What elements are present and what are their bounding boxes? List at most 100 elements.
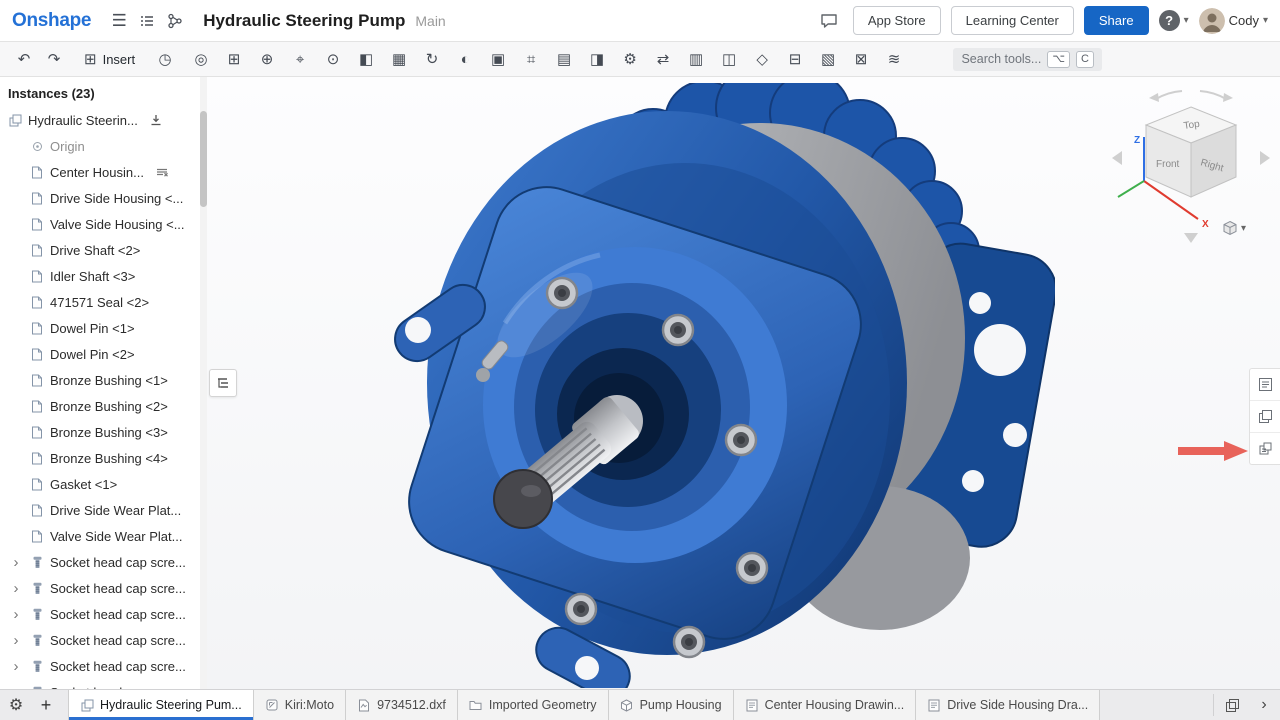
isolate-icon[interactable]: ⊟	[781, 46, 809, 72]
tab-drive-side-housing-dra[interactable]: Drive Side Housing Dra...	[916, 690, 1100, 720]
search-tools-input[interactable]: Search tools... ⌥ C	[953, 48, 1102, 71]
instance-row-4[interactable]: Valve Side Housing <...	[0, 211, 207, 237]
app-store-button[interactable]: App Store	[853, 6, 941, 35]
instance-row-14[interactable]: Gasket <1>	[0, 471, 207, 497]
instance-row-21[interactable]: ›Socket head cap scre...	[0, 653, 207, 679]
circular-pattern-icon[interactable]: ↻	[418, 46, 446, 72]
mirror-icon[interactable]: ◐	[451, 46, 479, 72]
instance-row-12[interactable]: Bronze Bushing <3>	[0, 419, 207, 445]
instance-row-11[interactable]: Bronze Bushing <2>	[0, 393, 207, 419]
named-positions-icon[interactable]: ▤	[550, 46, 578, 72]
instance-row-8[interactable]: Dowel Pin <1>	[0, 315, 207, 341]
instance-row-15[interactable]: Drive Side Wear Plat...	[0, 497, 207, 523]
viewcube-front-label[interactable]: Front	[1156, 159, 1180, 170]
versions-button[interactable]	[161, 7, 189, 35]
relation-icon[interactable]: ⊕	[253, 46, 281, 72]
instances-scrollbar[interactable]	[200, 77, 207, 690]
learning-center-button[interactable]: Learning Center	[951, 6, 1074, 35]
instance-label: Valve Side Wear Plat...	[50, 529, 182, 544]
instance-row-9[interactable]: Dowel Pin <2>	[0, 341, 207, 367]
mate-connector-icon[interactable]: ⊙	[319, 46, 347, 72]
snapshot-icon[interactable]: ⌗	[517, 46, 545, 72]
tab-center-housing-drawin[interactable]: Center Housing Drawin...	[734, 690, 917, 720]
group-icon[interactable]: ⊞	[220, 46, 248, 72]
document-title[interactable]: Hydraulic Steering Pump	[203, 11, 405, 31]
explode-icon[interactable]: ▣	[484, 46, 512, 72]
scroll-tabs-right-button[interactable]: ›	[1248, 690, 1280, 720]
display-states-icon[interactable]: ◨	[583, 46, 611, 72]
parts-list-panel-button[interactable]	[1250, 369, 1280, 401]
tab-imported-geometry[interactable]: Imported Geometry	[458, 690, 609, 720]
tab-pump-housing[interactable]: Pump Housing	[609, 690, 734, 720]
pan-left-arrow-icon[interactable]	[1112, 151, 1122, 165]
undo-button[interactable]: ↶	[10, 46, 38, 72]
pan-down-arrow-icon[interactable]	[1184, 233, 1198, 243]
scrollbar-thumb[interactable]	[200, 111, 207, 207]
tab-kiri-moto[interactable]: Kiri:Moto	[254, 690, 346, 720]
instance-row-5[interactable]: Drive Shaft <2>	[0, 237, 207, 263]
appearance-panel-button[interactable]	[1250, 401, 1280, 433]
instance-row-2[interactable]: Center Housin...	[0, 159, 207, 185]
instance-row-18[interactable]: ›Socket head cap scre...	[0, 575, 207, 601]
instances-panel-toggle[interactable]	[209, 369, 237, 397]
help-menu[interactable]: ? ▾	[1159, 10, 1189, 31]
onshape-logo[interactable]: Onshape	[12, 10, 91, 32]
render-studio-icon[interactable]: ⊠	[847, 46, 875, 72]
instance-row-20[interactable]: ›Socket head cap scre...	[0, 627, 207, 653]
main-menu-button[interactable]: ☰	[105, 7, 133, 35]
view-cube[interactable]: Top Front Right Z X	[1106, 85, 1276, 245]
hide-others-icon[interactable]: ◇	[748, 46, 776, 72]
instance-row-19[interactable]: ›Socket head cap scre...	[0, 601, 207, 627]
rotate-left-arrow-icon[interactable]	[1149, 93, 1159, 102]
mate-icon[interactable]: ◎	[187, 46, 215, 72]
section-view-icon[interactable]: ◫	[715, 46, 743, 72]
view-options-button[interactable]: ▾	[1222, 220, 1246, 236]
tab-hydraulic-steering-pum[interactable]: Hydraulic Steering Pum...	[68, 690, 254, 720]
instance-row-7[interactable]: 471571 Seal <2>	[0, 289, 207, 315]
export-icon[interactable]: ≋	[880, 46, 908, 72]
comments-button[interactable]	[815, 7, 843, 35]
user-menu[interactable]: Cody ▾	[1199, 8, 1268, 34]
instance-row-10[interactable]: Bronze Bushing <1>	[0, 367, 207, 393]
create-drawing-icon[interactable]: ▧	[814, 46, 842, 72]
viewcube-top-label[interactable]: Top	[1183, 119, 1201, 132]
configuration-panel-button[interactable]	[1250, 433, 1280, 464]
pan-right-arrow-icon[interactable]	[1260, 151, 1270, 165]
workspace-name[interactable]: Main	[415, 13, 445, 29]
redo-button[interactable]: ↷	[40, 46, 68, 72]
expand-chevron-icon[interactable]: ›	[8, 581, 24, 596]
snap-mode-icon[interactable]: ⌖	[286, 46, 314, 72]
add-tab-button[interactable]: +	[32, 690, 60, 720]
history-button[interactable]: ◷	[151, 46, 179, 72]
tab-9734512-dxf[interactable]: 9734512.dxf	[346, 690, 458, 720]
pump-3d-model[interactable]	[355, 83, 1055, 688]
linear-pattern-icon[interactable]: ▦	[385, 46, 413, 72]
instance-row-17[interactable]: ›Socket head cap scre...	[0, 549, 207, 575]
replicate-icon[interactable]: ◧	[352, 46, 380, 72]
instance-row-6[interactable]: Idler Shaft <3>	[0, 263, 207, 289]
rotate-right-arrow-icon[interactable]	[1223, 93, 1233, 102]
share-button[interactable]: Share	[1084, 6, 1149, 35]
instance-label: Valve Side Housing <...	[50, 217, 185, 232]
part-icon	[30, 530, 44, 543]
tab-manager-button[interactable]	[1216, 690, 1248, 720]
instance-row-3[interactable]: Drive Side Housing <...	[0, 185, 207, 211]
expand-chevron-icon[interactable]: ›	[8, 555, 24, 570]
feature-list-button[interactable]	[133, 7, 161, 35]
instance-row-1[interactable]: Origin	[0, 133, 207, 159]
expand-chevron-icon[interactable]: ›	[8, 607, 24, 622]
insert-button[interactable]: ⊞ Insert	[74, 46, 145, 72]
appearance-icon[interactable]: ⚙	[616, 46, 644, 72]
expand-chevron-icon[interactable]: ›	[8, 633, 24, 648]
instance-row-0[interactable]: Hydraulic Steerin...	[0, 107, 207, 133]
instance-row-16[interactable]: Valve Side Wear Plat...	[0, 523, 207, 549]
instance-row-13[interactable]: Bronze Bushing <4>	[0, 445, 207, 471]
download-icon[interactable]	[150, 114, 162, 126]
tab-label: Kiri:Moto	[285, 698, 334, 712]
expand-chevron-icon[interactable]: ›	[8, 659, 24, 674]
measure-icon[interactable]: ⇄	[649, 46, 677, 72]
fixed-icon[interactable]	[156, 166, 168, 178]
tab-settings-button[interactable]: ⚙	[0, 690, 32, 720]
bom-icon[interactable]: ▥	[682, 46, 710, 72]
origin-icon	[30, 141, 44, 152]
